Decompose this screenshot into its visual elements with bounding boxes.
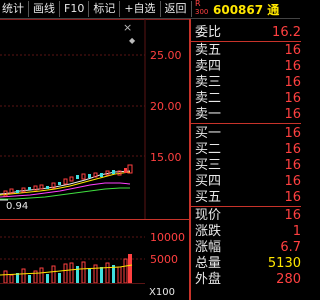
bid-2-row[interactable]: 买二 16 bbox=[191, 143, 301, 156]
bid-4-row[interactable]: 买四 16 bbox=[191, 175, 301, 188]
close-chart-icon[interactable]: × bbox=[123, 21, 132, 34]
webi-row: 委比 16.2 bbox=[195, 25, 301, 40]
price-tick-25: 25.00 bbox=[150, 49, 182, 62]
f10-button[interactable]: F10 bbox=[60, 1, 90, 17]
bid-1-row[interactable]: 买一 16 bbox=[191, 127, 301, 140]
bid-5-row[interactable]: 买五 16 bbox=[191, 191, 301, 204]
volume-unit-label: X100 bbox=[149, 287, 175, 298]
ask-4-row[interactable]: 卖四 16 bbox=[191, 60, 301, 73]
outer-volume-row: 外盘 280 bbox=[195, 272, 301, 287]
level-indicator: 300 bbox=[195, 8, 209, 16]
kline-chart[interactable]: 25.00 20.00 15.00 × ◆ 0.94 10000 5000 X1… bbox=[0, 19, 190, 300]
price-tick-15: 15.00 bbox=[150, 151, 182, 164]
change-pct-row: 涨幅 6.7 bbox=[195, 240, 301, 255]
price-tick-20: 20.00 bbox=[150, 100, 182, 113]
mark-button[interactable]: 标记 bbox=[89, 1, 121, 17]
ask-5-row[interactable]: 卖五 16 bbox=[191, 44, 301, 57]
add-watchlist-button[interactable]: +自选 bbox=[120, 1, 161, 17]
webi-value: 16.2 bbox=[272, 25, 301, 40]
change-row: 涨跌 1 bbox=[195, 224, 301, 239]
stock-code-header: R 300 600867 通 bbox=[191, 0, 301, 18]
volume-row: 总量 5130 bbox=[195, 256, 301, 271]
menu-diamond-icon[interactable]: ◆ bbox=[129, 36, 136, 45]
candles bbox=[3, 164, 133, 197]
rzrq-marker: R bbox=[195, 0, 201, 8]
volume-tick-5000: 5000 bbox=[150, 253, 178, 266]
bid-3-row[interactable]: 买三 16 bbox=[191, 159, 301, 172]
stats-button[interactable]: 统计 bbox=[0, 1, 29, 17]
ask-1-row[interactable]: 卖一 16 bbox=[191, 108, 301, 121]
quote-panel: R 300 600867 通 委比 16.2 卖五 16 卖四 16 卖三 16… bbox=[190, 0, 301, 300]
draw-line-button[interactable]: 画线 bbox=[29, 1, 60, 17]
back-button[interactable]: 返回 bbox=[161, 1, 192, 17]
low-price-label: 0.94 bbox=[6, 201, 28, 212]
current-price-row: 现价 16 bbox=[195, 208, 301, 223]
stock-code[interactable]: 600867 通 bbox=[213, 1, 279, 18]
volume-bars bbox=[3, 254, 132, 284]
ask-3-row[interactable]: 卖三 16 bbox=[191, 76, 301, 89]
ask-2-row[interactable]: 卖二 16 bbox=[191, 92, 301, 105]
volume-tick-10000: 10000 bbox=[150, 231, 185, 244]
